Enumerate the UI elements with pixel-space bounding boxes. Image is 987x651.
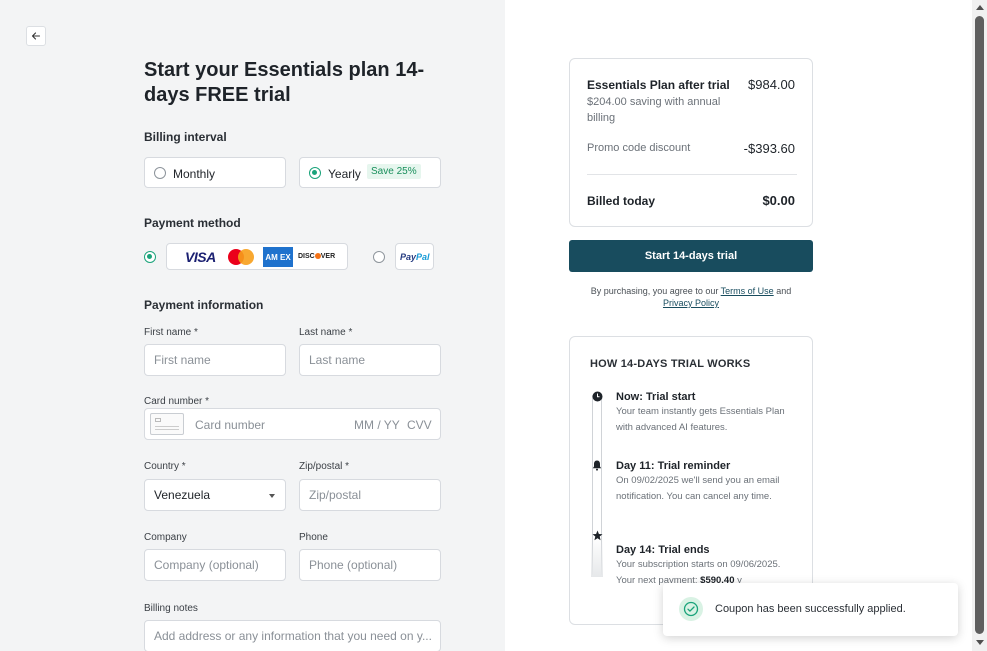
step-1-title: Now: Trial start — [616, 391, 696, 403]
total-label: Billed today — [587, 194, 656, 208]
paypal-option[interactable]: PayPal — [395, 243, 434, 270]
toast-message: Coupon has been successfully applied. — [715, 603, 906, 615]
last-name-label: Last name * — [299, 327, 353, 338]
billing-option-yearly[interactable]: Yearly Save 25% — [299, 157, 441, 188]
star-icon — [591, 529, 603, 541]
zip-label: Zip/postal * — [299, 461, 350, 472]
step-1-desc: Your team instantly gets Essentials Plan… — [616, 406, 785, 433]
scroll-up-arrow-icon[interactable] — [976, 5, 984, 10]
summary-divider — [587, 174, 797, 175]
scroll-down-arrow-icon[interactable] — [976, 640, 984, 645]
phone-label: Phone — [299, 532, 328, 543]
country-label: Country * — [144, 461, 186, 472]
yearly-label: Yearly — [328, 167, 361, 181]
country-value: Venezuela — [154, 488, 211, 502]
paypal-radio[interactable] — [373, 251, 385, 263]
payment-information-label: Payment information — [144, 298, 264, 312]
card-brands-option[interactable]: VISA AM EX DISC VER — [166, 243, 348, 270]
billing-interval-label: Billing interval — [144, 130, 227, 144]
mastercard-logo — [228, 249, 254, 265]
billing-option-monthly[interactable]: Monthly — [144, 157, 286, 188]
billing-notes-field[interactable]: Add address or any information that you … — [144, 620, 441, 651]
company-field[interactable]: Company (optional) — [144, 549, 286, 581]
check-circle-icon — [679, 597, 703, 621]
phone-field[interactable]: Phone (optional) — [299, 549, 441, 581]
credit-card-icon — [150, 413, 184, 435]
monthly-label: Monthly — [173, 167, 216, 181]
promo-label: Promo code discount — [587, 142, 691, 154]
expiry-placeholder[interactable]: MM / YY — [354, 418, 400, 432]
back-button[interactable] — [26, 26, 46, 46]
zip-field[interactable]: Zip/postal — [299, 479, 441, 511]
company-label: Company — [144, 532, 187, 543]
privacy-policy-link[interactable]: Privacy Policy — [663, 298, 719, 308]
bell-icon — [591, 459, 603, 471]
total-value: $0.00 — [762, 193, 795, 208]
step-3-title: Day 14: Trial ends — [616, 544, 710, 556]
chevron-down-icon — [269, 494, 275, 498]
card-number-placeholder: Card number — [195, 418, 266, 432]
page-title: Start your Essentials plan 14-days FREE … — [144, 59, 425, 106]
first-name-field[interactable]: First name — [144, 344, 286, 376]
monthly-radio[interactable] — [154, 167, 166, 179]
saving-text: $204.00 saving with annual billing — [587, 96, 721, 124]
card-number-field[interactable]: Card number MM / YY CVV — [144, 408, 441, 440]
last-name-field[interactable]: Last name — [299, 344, 441, 376]
promo-value: -$393.60 — [743, 141, 795, 156]
arrow-left-icon — [31, 32, 41, 40]
yearly-radio[interactable] — [309, 167, 321, 179]
amex-logo: AM EX — [263, 247, 293, 267]
step-2-desc: On 09/02/2025 we'll send you an email no… — [616, 475, 780, 502]
step-2-title: Day 11: Trial reminder — [616, 460, 731, 472]
paypal-logo: PayPal — [400, 252, 430, 262]
success-toast: Coupon has been successfully applied. — [663, 583, 958, 636]
cvv-placeholder[interactable]: CVV — [407, 418, 432, 432]
card-number-label: Card number * — [144, 396, 210, 407]
clock-icon — [591, 390, 603, 402]
country-select[interactable]: Venezuela — [144, 479, 286, 511]
discover-logo: DISC VER — [298, 253, 336, 260]
save-badge: Save 25% — [367, 164, 421, 179]
payment-method-label: Payment method — [144, 216, 241, 230]
how-trial-works-card: HOW 14-DAYS TRIAL WORKS Now: Trial start… — [569, 336, 813, 625]
start-trial-button[interactable]: Start 14-days trial — [569, 240, 813, 272]
visa-logo: VISA — [185, 249, 216, 265]
plan-label: Essentials Plan after trial — [587, 78, 730, 92]
terms-text: By purchasing, you agree to our Terms of… — [590, 286, 792, 308]
scrollbar-thumb[interactable] — [975, 16, 984, 634]
card-payment-radio[interactable] — [144, 251, 156, 263]
first-name-label: First name * — [144, 327, 198, 338]
terms-of-use-link[interactable]: Terms of Use — [721, 286, 774, 296]
order-summary-card: Essentials Plan after trial $984.00 $204… — [569, 58, 813, 227]
plan-price: $984.00 — [748, 77, 795, 92]
billing-notes-label: Billing notes — [144, 603, 198, 614]
how-title: HOW 14-DAYS TRIAL WORKS — [590, 358, 751, 370]
